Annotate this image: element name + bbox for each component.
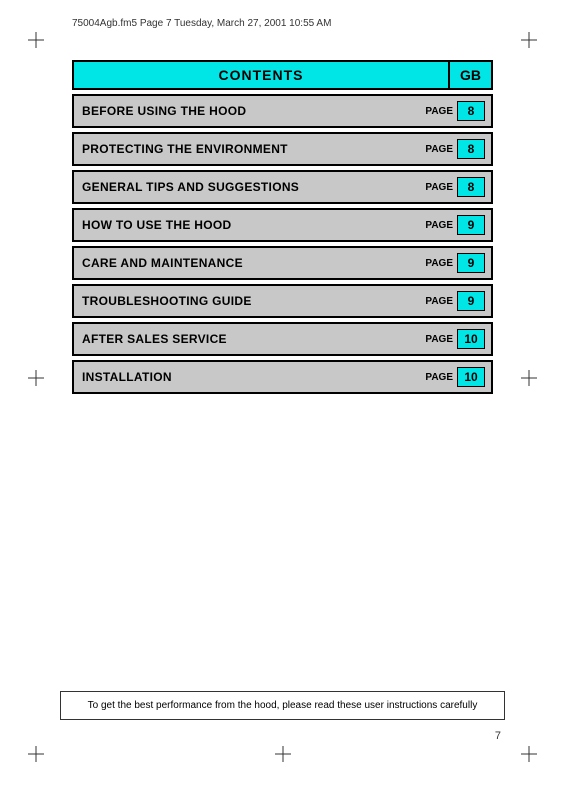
file-info: 75004Agb.fm5 Page 7 Tuesday, March 27, 2… bbox=[72, 18, 331, 29]
toc-label-4: HOW TO USE THE HOOD bbox=[74, 213, 419, 237]
toc-page-1: PAGE 8 bbox=[419, 96, 491, 126]
toc-label-1: BEFORE USING THE HOOD bbox=[74, 99, 419, 123]
page-word-5: PAGE bbox=[425, 258, 453, 269]
toc-page-2: PAGE 8 bbox=[419, 134, 491, 164]
toc-label-5: CARE AND MAINTENANCE bbox=[74, 251, 419, 275]
toc-row-7: AFTER SALES SERVICE PAGE 10 bbox=[72, 322, 493, 356]
toc-row-4: HOW TO USE THE HOOD PAGE 9 bbox=[72, 208, 493, 242]
crosshair-top-left bbox=[28, 32, 44, 48]
page-num-4: 9 bbox=[457, 215, 485, 235]
page: 75004Agb.fm5 Page 7 Tuesday, March 27, 2… bbox=[0, 0, 565, 800]
toc-label-8: INSTALLATION bbox=[74, 365, 419, 389]
toc-page-4: PAGE 9 bbox=[419, 210, 491, 240]
toc-label-7: AFTER SALES SERVICE bbox=[74, 327, 419, 351]
crosshair-mid-left bbox=[28, 370, 44, 386]
toc-row-6: TROUBLESHOOTING GUIDE PAGE 9 bbox=[72, 284, 493, 318]
toc-page-7: PAGE 10 bbox=[419, 324, 491, 354]
page-num-5: 9 bbox=[457, 253, 485, 273]
crosshair-top-right bbox=[521, 32, 537, 48]
page-word-1: PAGE bbox=[425, 106, 453, 117]
page-num-2: 8 bbox=[457, 139, 485, 159]
page-word-8: PAGE bbox=[425, 372, 453, 383]
toc-page-8: PAGE 10 bbox=[419, 362, 491, 392]
crosshair-bottom-center bbox=[275, 746, 291, 762]
toc-page-3: PAGE 8 bbox=[419, 172, 491, 202]
contents-title: CONTENTS bbox=[74, 62, 448, 88]
page-num-7: 10 bbox=[457, 329, 485, 349]
toc-row-8: INSTALLATION PAGE 10 bbox=[72, 360, 493, 394]
crosshair-bottom-left bbox=[28, 746, 44, 762]
page-word-4: PAGE bbox=[425, 220, 453, 231]
toc-label-3: GENERAL TIPS AND SUGGESTIONS bbox=[74, 175, 419, 199]
page-word-2: PAGE bbox=[425, 144, 453, 155]
page-num-6: 9 bbox=[457, 291, 485, 311]
toc-label-6: TROUBLESHOOTING GUIDE bbox=[74, 289, 419, 313]
toc-row-3: GENERAL TIPS AND SUGGESTIONS PAGE 8 bbox=[72, 170, 493, 204]
page-word-7: PAGE bbox=[425, 334, 453, 345]
crosshair-bottom-right bbox=[521, 746, 537, 762]
contents-gb: GB bbox=[448, 62, 491, 88]
toc-page-5: PAGE 9 bbox=[419, 248, 491, 278]
toc-row-5: CARE AND MAINTENANCE PAGE 9 bbox=[72, 246, 493, 280]
page-num-1: 8 bbox=[457, 101, 485, 121]
crosshair-mid-right bbox=[521, 370, 537, 386]
toc-row-1: BEFORE USING THE HOOD PAGE 8 bbox=[72, 94, 493, 128]
toc-row-2: PROTECTING THE ENVIRONMENT PAGE 8 bbox=[72, 132, 493, 166]
page-number: 7 bbox=[495, 730, 501, 742]
contents-header: CONTENTS GB bbox=[72, 60, 493, 90]
content-area: CONTENTS GB BEFORE USING THE HOOD PAGE 8… bbox=[72, 60, 493, 398]
toc-page-6: PAGE 9 bbox=[419, 286, 491, 316]
page-word-6: PAGE bbox=[425, 296, 453, 307]
toc-label-2: PROTECTING THE ENVIRONMENT bbox=[74, 137, 419, 161]
bottom-note: To get the best performance from the hoo… bbox=[60, 691, 505, 720]
page-num-8: 10 bbox=[457, 367, 485, 387]
page-word-3: PAGE bbox=[425, 182, 453, 193]
page-num-3: 8 bbox=[457, 177, 485, 197]
